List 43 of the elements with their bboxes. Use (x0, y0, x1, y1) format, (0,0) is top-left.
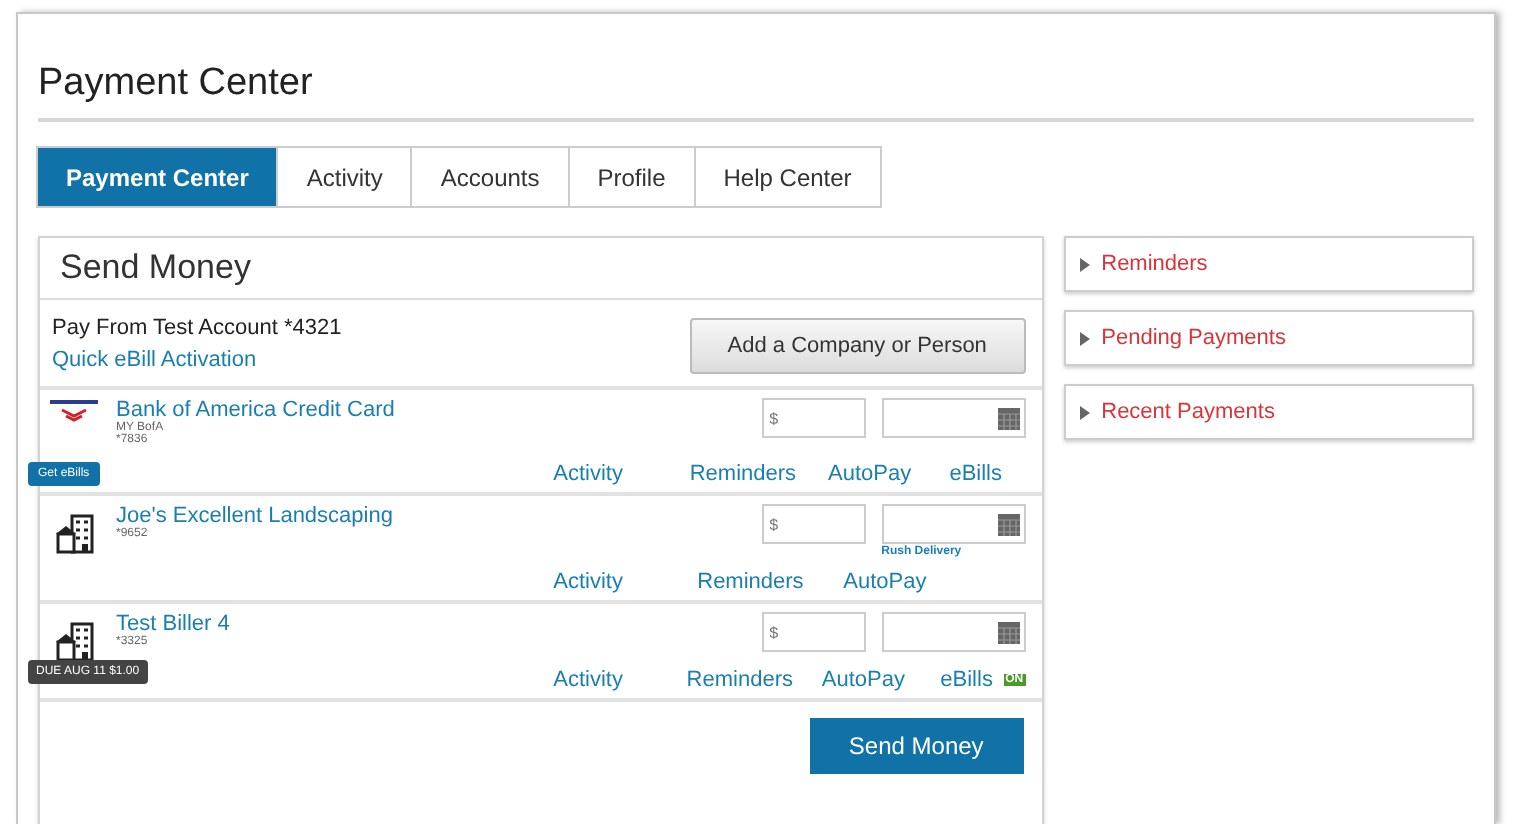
building-icon (52, 620, 96, 664)
calendar-icon[interactable] (997, 406, 1020, 430)
biller-action-link[interactable]: AutoPay (821, 668, 941, 692)
page-title: Payment Center (38, 62, 1474, 122)
amount-field[interactable]: $ (761, 612, 866, 652)
date-field[interactable] (881, 612, 1026, 652)
nav-tab[interactable]: Accounts (410, 146, 570, 208)
biller-name-link[interactable]: Bank of America Credit Card (116, 398, 506, 422)
card-title: Send Money (40, 238, 1042, 300)
pay-from-text: Pay From Test Account *4321 (52, 316, 342, 340)
caret-icon (1079, 257, 1090, 271)
biller-name-link[interactable]: Test Biller 4 (116, 612, 506, 636)
send-money-button[interactable]: Send Money (809, 718, 1024, 774)
quick-ebill-link[interactable]: Quick eBill Activation (52, 348, 257, 372)
biller-action-link[interactable]: eBills (949, 462, 1026, 486)
building-icon (52, 512, 96, 556)
collapsible-panel[interactable]: Recent Payments (1063, 384, 1474, 440)
biller-name-link[interactable]: Joe's Excellent Landscaping (116, 504, 506, 528)
biller-action-link[interactable]: Reminders (686, 668, 822, 692)
date-field[interactable] (881, 398, 1026, 438)
biller-action-link[interactable]: Reminders (697, 570, 844, 594)
bank-logo-icon (48, 400, 100, 424)
biller-action-link[interactable]: Activity (553, 570, 698, 594)
collapsible-panel[interactable]: Pending Payments (1063, 310, 1474, 366)
caret-icon (1079, 405, 1090, 419)
collapsible-panel[interactable]: Reminders (1063, 236, 1474, 292)
biller-action-link[interactable]: Activity (553, 462, 690, 486)
amount-field[interactable]: $ (761, 504, 866, 544)
calendar-icon[interactable] (997, 512, 1020, 536)
amount-field[interactable]: $ (761, 398, 866, 438)
biller-action-link[interactable]: eBills (940, 668, 1004, 692)
date-field[interactable] (881, 504, 1026, 544)
biller-action-link[interactable]: AutoPay (843, 570, 924, 594)
nav-tab[interactable]: Profile (567, 146, 696, 208)
calendar-icon[interactable] (997, 620, 1020, 644)
biller-action-link[interactable]: Activity (553, 668, 687, 692)
nav-tab[interactable]: Activity (276, 146, 413, 208)
nav-tab[interactable]: Help Center (693, 146, 882, 208)
biller-action-link[interactable]: AutoPay (828, 462, 950, 486)
caret-icon (1079, 331, 1090, 345)
add-payee-button[interactable]: Add a Company or Person (689, 318, 1026, 374)
nav-tab[interactable]: Payment Center (36, 146, 279, 208)
biller-action-link[interactable]: Reminders (689, 462, 829, 486)
